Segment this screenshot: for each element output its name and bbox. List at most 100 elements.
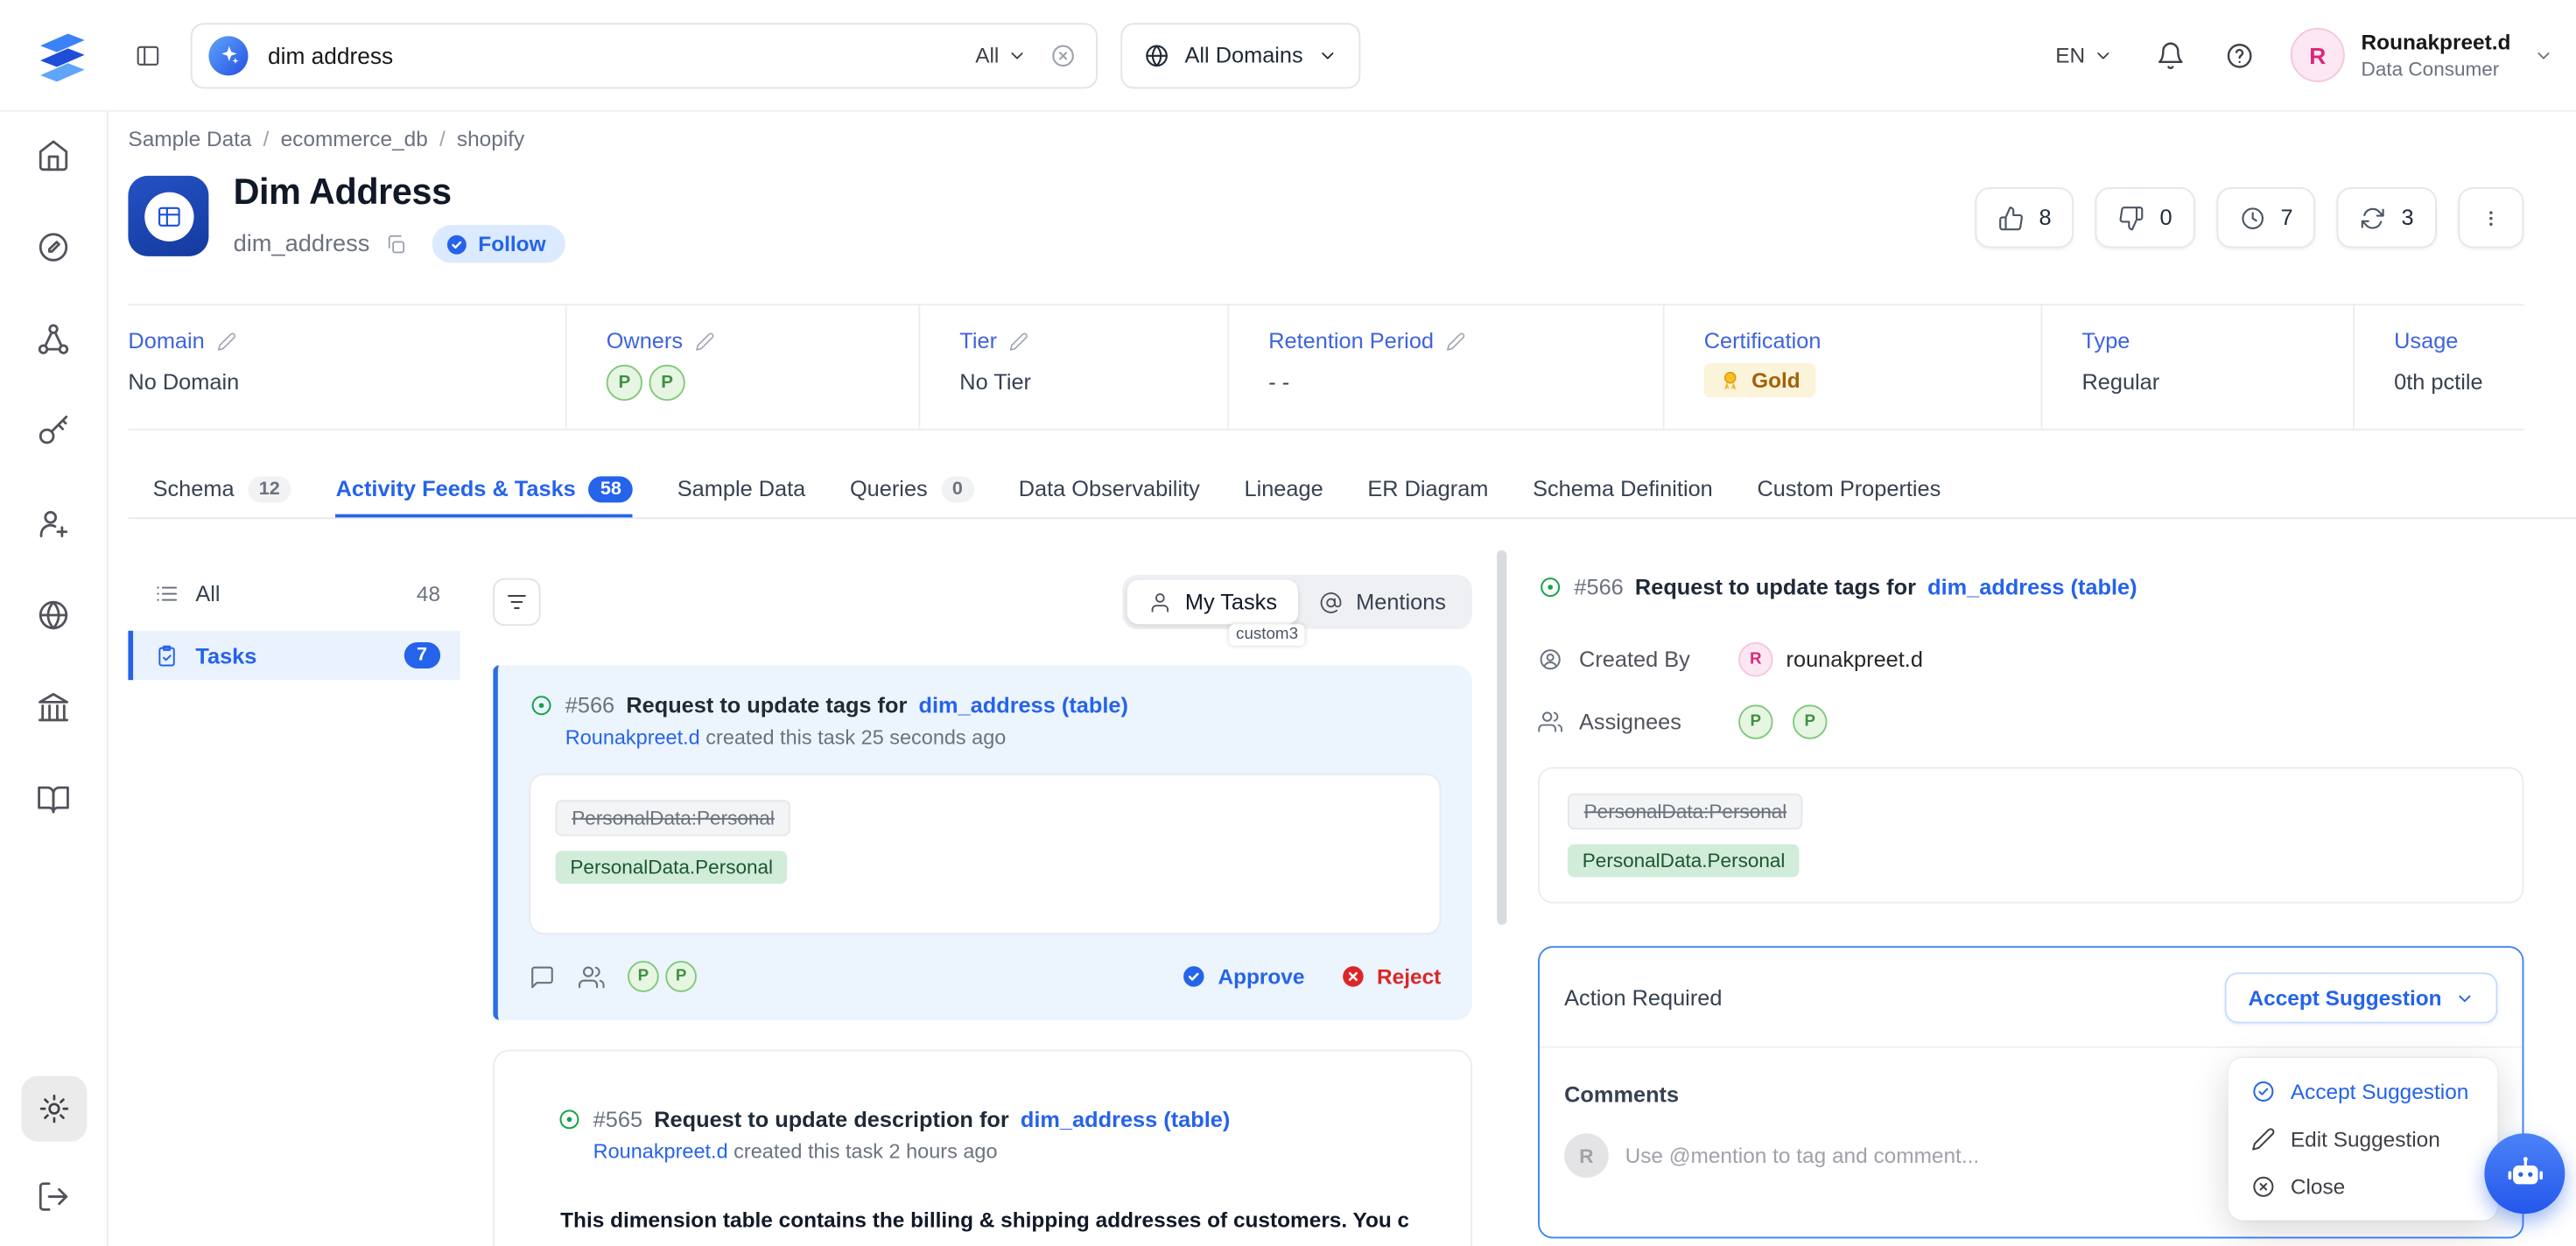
- feed-scrollbar[interactable]: [1497, 550, 1506, 925]
- tab-queries[interactable]: Queries0: [850, 460, 974, 518]
- tab-schema[interactable]: Schema12: [153, 460, 291, 518]
- support-chat-button[interactable]: [2484, 1133, 2565, 1214]
- added-tag-chip: PersonalData.Personal: [1568, 844, 1800, 878]
- assignees-row: Assignees P P: [1538, 704, 2523, 738]
- feed-filter-button[interactable]: [493, 578, 540, 626]
- mention-icon: [1320, 591, 1343, 613]
- domain-label[interactable]: Domain: [128, 328, 565, 353]
- reject-button[interactable]: Reject: [1341, 964, 1442, 989]
- retention-label[interactable]: Retention Period: [1268, 328, 1663, 353]
- tab-schema-definition[interactable]: Schema Definition: [1533, 460, 1713, 518]
- assignee-avatar[interactable]: P: [1793, 704, 1827, 738]
- likes-count: 8: [2039, 206, 2052, 230]
- owner-avatar[interactable]: P: [649, 365, 685, 401]
- history-button[interactable]: 7: [2216, 187, 2316, 248]
- task-meta-text: created this task 2 hours ago: [733, 1140, 997, 1163]
- comment-icon[interactable]: [529, 963, 555, 990]
- x-circle-icon: [2251, 1174, 2276, 1199]
- owner-avatar[interactable]: P: [607, 365, 642, 401]
- breadcrumb-separator: /: [263, 126, 270, 150]
- created-by-avatar[interactable]: R: [1738, 642, 1772, 676]
- refresh-icon: [2361, 205, 2387, 231]
- assignees-icon[interactable]: [579, 963, 605, 990]
- notifications-bell-icon[interactable]: [2156, 40, 2186, 70]
- access-key-icon[interactable]: [36, 414, 70, 448]
- assignee-avatar[interactable]: P: [628, 961, 659, 992]
- task-title: Request to update description for: [654, 1107, 1009, 1131]
- tab-custom-properties[interactable]: Custom Properties: [1757, 460, 1941, 518]
- menu-item-edit-suggestion[interactable]: Edit Suggestion: [2238, 1116, 2488, 1163]
- follow-button[interactable]: Follow: [432, 225, 565, 262]
- assignee-avatar[interactable]: P: [665, 961, 697, 992]
- user-circle-icon: [1538, 648, 1562, 672]
- gear-icon: [38, 1092, 71, 1125]
- owners-label[interactable]: Owners: [607, 328, 919, 353]
- toggle-mentions[interactable]: Mentions: [1298, 580, 1467, 625]
- task-status-icon: [557, 1107, 581, 1131]
- task-author-link[interactable]: Rounakpreet.d: [565, 726, 700, 749]
- language-dropdown[interactable]: EN: [2055, 43, 2113, 67]
- tab-sample-data[interactable]: Sample Data: [677, 460, 806, 518]
- menu-item-close[interactable]: Close: [2238, 1163, 2488, 1210]
- web-globe-icon[interactable]: [36, 598, 70, 632]
- help-icon[interactable]: [2225, 40, 2255, 70]
- copy-icon[interactable]: [384, 233, 407, 256]
- task-author-link[interactable]: Rounakpreet.d: [593, 1140, 728, 1163]
- certification-label: Certification: [1704, 328, 2041, 353]
- more-actions-button[interactable]: [2458, 187, 2523, 248]
- insights-user-icon[interactable]: [36, 506, 70, 540]
- tab-er-diagram[interactable]: ER Diagram: [1367, 460, 1488, 518]
- task-target-link[interactable]: dim_address (table): [1021, 1107, 1230, 1131]
- edit-circle-icon[interactable]: [36, 230, 70, 264]
- sidebar-toggle-icon[interactable]: [135, 42, 161, 68]
- filter-all[interactable]: All 48: [128, 569, 460, 618]
- tab-count: 12: [248, 475, 291, 501]
- accept-suggestion-dropdown-button[interactable]: Accept Suggestion: [2225, 972, 2497, 1023]
- profile-chevron-icon[interactable]: [2534, 46, 2554, 66]
- tab-activity-feeds-tasks[interactable]: Activity Feeds & Tasks58: [336, 460, 634, 518]
- created-by-name[interactable]: rounakpreet.d: [1786, 648, 1923, 672]
- detail-target-link[interactable]: dim_address (table): [1927, 575, 2137, 599]
- tab-data-observability[interactable]: Data Observability: [1019, 460, 1200, 518]
- app-logo-icon[interactable]: [33, 25, 93, 85]
- breadcrumb-item-schema[interactable]: shopify: [457, 126, 524, 150]
- search-scope-dropdown[interactable]: All: [975, 43, 1027, 67]
- logout-icon[interactable]: [36, 1180, 70, 1214]
- task-card-566[interactable]: #566 Request to update tags for dim_addr…: [493, 665, 1472, 1019]
- search-clear-icon[interactable]: [1050, 42, 1077, 68]
- global-search[interactable]: All: [191, 22, 1098, 88]
- search-input[interactable]: [268, 42, 975, 68]
- likes-button[interactable]: 8: [1975, 187, 2074, 248]
- owners-avatars[interactable]: P P: [607, 365, 919, 401]
- settings-button[interactable]: [21, 1076, 87, 1142]
- table-icon: [155, 203, 181, 229]
- task-assignee-avatars[interactable]: P P: [628, 961, 697, 992]
- certification-badge[interactable]: Gold: [1704, 363, 1815, 397]
- user-profile[interactable]: Rounakpreet.d Data Consumer: [2362, 29, 2511, 81]
- filter-tasks[interactable]: Tasks 7: [128, 631, 460, 680]
- dislikes-button[interactable]: 0: [2095, 187, 2195, 248]
- asset-type-icon: [128, 176, 208, 256]
- governance-bank-icon[interactable]: [36, 690, 70, 724]
- products-graph-icon[interactable]: [36, 322, 70, 356]
- page-title: Dim Address: [234, 171, 566, 214]
- domain-value: No Domain: [128, 369, 565, 394]
- refresh-button[interactable]: 3: [2337, 187, 2437, 248]
- approve-button[interactable]: Approve: [1182, 964, 1304, 989]
- task-card-565[interactable]: #565 Request to update description for d…: [493, 1050, 1472, 1246]
- breadcrumb-item-connection[interactable]: Sample Data: [128, 126, 251, 150]
- domains-dropdown[interactable]: All Domains: [1120, 22, 1360, 88]
- user-avatar[interactable]: R: [2291, 28, 2345, 82]
- assignee-avatar[interactable]: P: [1738, 704, 1772, 738]
- tier-label[interactable]: Tier: [959, 328, 1227, 353]
- added-tag-chip: PersonalData.Personal: [556, 850, 788, 884]
- feed-toggle: My Tasks Mentions: [1123, 575, 1472, 629]
- breadcrumb-item-database[interactable]: ecommerce_db: [281, 126, 428, 150]
- menu-item-accept-suggestion[interactable]: Accept Suggestion: [2238, 1068, 2488, 1115]
- tab-lineage[interactable]: Lineage: [1244, 460, 1323, 518]
- task-tag-diff: PersonalData:Personal PersonalData.Perso…: [529, 774, 1441, 934]
- toggle-my-tasks[interactable]: My Tasks: [1127, 580, 1298, 625]
- reports-book-icon[interactable]: [36, 782, 70, 816]
- task-target-link[interactable]: dim_address (table): [918, 693, 1127, 718]
- home-icon[interactable]: [36, 138, 70, 172]
